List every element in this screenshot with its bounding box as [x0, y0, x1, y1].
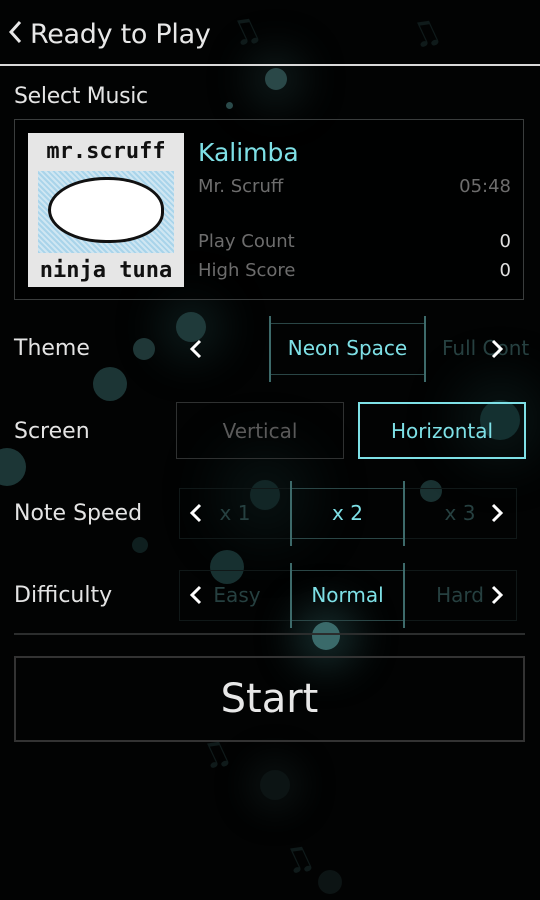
play-count-label: Play Count: [198, 231, 295, 252]
difficulty-option-selected[interactable]: Normal: [291, 583, 404, 607]
theme-option-selected[interactable]: Neon Space: [270, 336, 425, 360]
note-speed-prev-button[interactable]: [189, 502, 203, 524]
note-speed-next-button[interactable]: [490, 502, 504, 524]
bokeh-light: [93, 367, 127, 401]
theme-label: Theme: [14, 336, 90, 361]
note-speed-option-next[interactable]: x 3: [430, 501, 490, 525]
music-note-icon: ♫: [275, 835, 321, 885]
high-score-label: High Score: [198, 260, 296, 281]
top-bar: Ready to Play: [0, 0, 540, 66]
theme-option-next[interactable]: Full Cont: [430, 336, 540, 360]
screen-vertical-button[interactable]: Vertical: [176, 402, 344, 459]
song-title: Kalimba: [198, 138, 299, 167]
theme-next-button[interactable]: [490, 338, 504, 360]
album-cover-top-text: mr.scruff: [46, 139, 166, 164]
bokeh-light: [0, 448, 26, 486]
difficulty-label: Difficulty: [14, 583, 113, 608]
chevron-right-icon: [491, 339, 504, 359]
chevron-left-icon: [189, 585, 202, 605]
screen-label: Screen: [14, 419, 90, 444]
chevron-right-icon: [491, 503, 504, 523]
bokeh-light: [312, 622, 340, 650]
song-duration: 05:48: [459, 176, 511, 197]
album-cover: mr.scruff ninja tuna: [28, 133, 184, 287]
theme-prev-button[interactable]: [189, 338, 203, 360]
bokeh-light: [226, 102, 233, 109]
music-card[interactable]: mr.scruff ninja tuna Kalimba Mr. Scruff …: [14, 119, 524, 300]
difficulty-option-prev[interactable]: Easy: [207, 583, 267, 607]
bokeh-light: [265, 68, 287, 90]
page-title: Ready to Play: [30, 18, 211, 50]
difficulty-prev-button[interactable]: [189, 584, 203, 606]
chevron-left-icon: [189, 339, 202, 359]
difficulty-next-button[interactable]: [490, 584, 504, 606]
bokeh-light: [132, 537, 148, 553]
bokeh-light: [318, 870, 342, 894]
bokeh-light: [260, 770, 290, 800]
note-speed-option-selected[interactable]: x 2: [291, 501, 404, 525]
note-speed-option-prev[interactable]: x 1: [205, 501, 265, 525]
note-speed-label: Note Speed: [14, 501, 143, 526]
chevron-left-icon: [8, 19, 24, 49]
high-score-value: 0: [499, 260, 511, 281]
divider: [14, 633, 525, 635]
back-button[interactable]: Ready to Play: [8, 14, 211, 54]
album-cover-bottom-text: ninja tuna: [39, 258, 173, 283]
difficulty-option-next[interactable]: Hard: [428, 583, 492, 607]
start-button[interactable]: Start: [14, 656, 525, 742]
play-count-value: 0: [499, 231, 511, 252]
chevron-right-icon: [491, 585, 504, 605]
select-music-label: Select Music: [14, 84, 148, 109]
chevron-left-icon: [189, 503, 202, 523]
song-artist: Mr. Scruff: [198, 176, 284, 197]
album-cover-character: [48, 177, 164, 243]
screen-horizontal-button[interactable]: Horizontal: [358, 402, 526, 459]
bokeh-light: [133, 338, 155, 360]
